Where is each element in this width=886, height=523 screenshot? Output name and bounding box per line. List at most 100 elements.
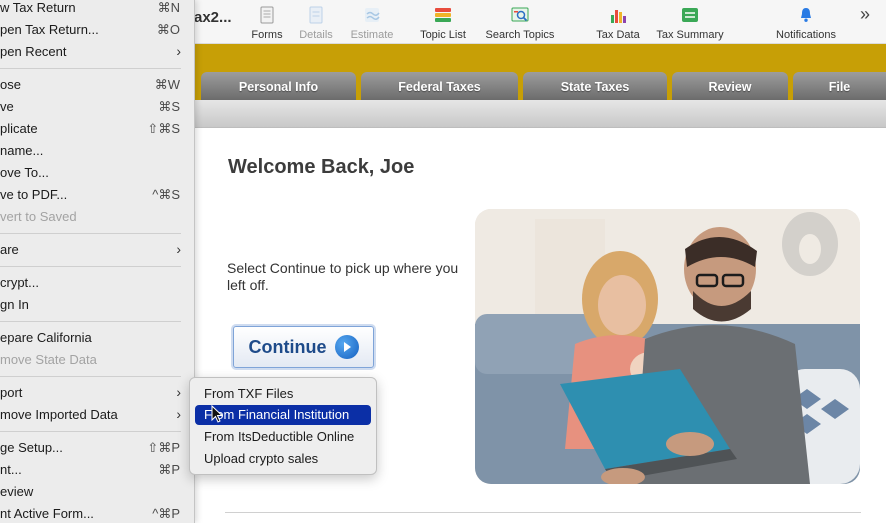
bell-icon bbox=[801, 8, 811, 22]
tax-summary-icon bbox=[682, 8, 698, 22]
menu-item-label: nt... bbox=[0, 462, 22, 477]
menu-item-label: gn In bbox=[0, 297, 29, 312]
import-submenu: From TXF Files From Financial Institutio… bbox=[189, 377, 377, 475]
menu-item-label: nt Active Form... bbox=[0, 506, 94, 521]
menu-open-tax-return[interactable]: pen Tax Return... ⌘O bbox=[0, 19, 195, 41]
instructions-text: Select Continue to pick up where you lef… bbox=[227, 260, 459, 293]
menu-item-label: are bbox=[0, 242, 19, 257]
menu-save-to-pdf[interactable]: ve to PDF... ^⌘S bbox=[0, 184, 195, 206]
topic-list-icon bbox=[435, 8, 451, 22]
chevron-right-icon: › bbox=[176, 43, 181, 59]
menu-item-shortcut: ^⌘P bbox=[152, 506, 180, 521]
menu-item-label: vert to Saved bbox=[0, 209, 77, 224]
menu-separator bbox=[0, 376, 181, 377]
menu-print-active-form[interactable]: nt Active Form... ^⌘P bbox=[0, 503, 195, 523]
app-title: ax2... bbox=[194, 9, 232, 26]
mouse-pointer-icon bbox=[211, 405, 223, 423]
tab-federal-taxes[interactable]: Federal Taxes bbox=[361, 72, 518, 101]
menu-item-label: move Imported Data bbox=[0, 407, 118, 422]
menu-item-label: epare California bbox=[0, 330, 92, 345]
submenu-item-label: From ItsDeductible Online bbox=[204, 429, 355, 444]
details-label: Details bbox=[299, 29, 333, 41]
menu-separator bbox=[0, 321, 181, 322]
estimate-label: Estimate bbox=[350, 29, 394, 41]
tax-data-button[interactable]: Tax Data bbox=[594, 2, 642, 42]
tab-review[interactable]: Review bbox=[672, 72, 788, 101]
menu-import[interactable]: port › bbox=[0, 382, 195, 404]
menu-item-shortcut: ⇧⌘S bbox=[147, 121, 180, 136]
content-divider bbox=[225, 512, 861, 513]
welcome-heading: Welcome Back, Joe bbox=[228, 156, 415, 178]
continue-button[interactable]: Continue bbox=[233, 326, 374, 368]
menu-rename[interactable]: name... bbox=[0, 140, 195, 162]
menu-item-shortcut: ⌘N bbox=[157, 0, 180, 15]
menu-separator bbox=[0, 233, 181, 234]
menu-close[interactable]: ose ⌘W bbox=[0, 74, 195, 96]
menu-item-label: ge Setup... bbox=[0, 440, 63, 455]
menu-duplicate[interactable]: plicate ⇧⌘S bbox=[0, 118, 195, 140]
menu-page-setup[interactable]: ge Setup... ⇧⌘P bbox=[0, 437, 195, 459]
menu-print[interactable]: nt... ⌘P bbox=[0, 459, 195, 481]
menu-item-shortcut: ⌘S bbox=[158, 99, 180, 114]
menu-prepare-california[interactable]: epare California bbox=[0, 327, 195, 349]
tax-data-icon bbox=[611, 10, 626, 23]
menu-item-label: plicate bbox=[0, 121, 38, 136]
more-toolbar-icon[interactable]: » bbox=[860, 4, 870, 25]
notifications-label: Notifications bbox=[776, 29, 836, 41]
menu-share[interactable]: are › bbox=[0, 239, 195, 261]
search-topics-icon bbox=[511, 7, 529, 22]
menu-sign-in[interactable]: gn In bbox=[0, 294, 195, 316]
menu-item-label: ve bbox=[0, 99, 14, 114]
menu-item-shortcut: ⌘P bbox=[158, 462, 180, 477]
submenu-from-txf-files[interactable]: From TXF Files bbox=[195, 384, 371, 404]
notifications-button[interactable]: Notifications bbox=[772, 2, 840, 42]
menu-preview[interactable]: eview bbox=[0, 481, 195, 503]
menu-item-shortcut: ⌘W bbox=[154, 77, 180, 92]
continue-label: Continue bbox=[248, 336, 327, 357]
menu-new-tax-return[interactable]: w Tax Return ⌘N bbox=[0, 0, 195, 19]
menu-move-to[interactable]: ove To... bbox=[0, 162, 195, 184]
chevron-right-icon: › bbox=[176, 406, 181, 422]
menu-revert-to-saved: vert to Saved bbox=[0, 206, 195, 228]
tab-file[interactable]: File bbox=[793, 72, 886, 101]
menu-item-label: ose bbox=[0, 77, 21, 92]
tax-data-label: Tax Data bbox=[596, 29, 640, 41]
menu-encrypt[interactable]: crypt... bbox=[0, 272, 195, 294]
estimate-button[interactable]: Estimate bbox=[349, 2, 395, 42]
menu-remove-imported-data[interactable]: move Imported Data › bbox=[0, 404, 195, 426]
menu-item-label: eview bbox=[0, 484, 34, 499]
details-button[interactable]: Details bbox=[297, 2, 335, 42]
chevron-right-icon: › bbox=[176, 241, 181, 257]
forms-icon bbox=[260, 6, 274, 24]
topic-list-button[interactable]: Topic List bbox=[417, 2, 469, 42]
submenu-upload-crypto-sales[interactable]: Upload crypto sales bbox=[195, 449, 371, 469]
menu-item-shortcut: ⇧⌘P bbox=[147, 440, 180, 455]
forms-label: Forms bbox=[251, 29, 283, 41]
menu-item-label: ve to PDF... bbox=[0, 187, 68, 202]
menu-open-recent[interactable]: pen Recent › bbox=[0, 41, 195, 63]
search-topics-button[interactable]: Search Topics bbox=[482, 2, 558, 42]
forms-button[interactable]: Forms bbox=[251, 2, 283, 42]
menu-separator bbox=[0, 431, 181, 432]
submenu-from-itsdeductible-online[interactable]: From ItsDeductible Online bbox=[195, 427, 371, 447]
menu-item-shortcut: ^⌘S bbox=[152, 187, 180, 202]
submenu-item-label: Upload crypto sales bbox=[204, 451, 319, 466]
tab-personal-info[interactable]: Personal Info bbox=[201, 72, 356, 101]
menu-item-label: pen Tax Return... bbox=[0, 22, 99, 37]
chevron-right-icon: › bbox=[176, 384, 181, 400]
menu-item-label: ove To... bbox=[0, 165, 49, 180]
menu-separator bbox=[0, 68, 181, 69]
menu-save[interactable]: ve ⌘S bbox=[0, 96, 195, 118]
estimate-icon bbox=[365, 8, 380, 22]
submenu-item-label: From TXF Files bbox=[204, 386, 294, 401]
topic-list-label: Topic List bbox=[420, 29, 466, 41]
menu-item-label: pen Recent bbox=[0, 44, 67, 59]
tab-state-taxes[interactable]: State Taxes bbox=[523, 72, 667, 101]
arrow-right-icon bbox=[334, 335, 359, 359]
submenu-item-label: From Financial Institution bbox=[204, 407, 350, 422]
tax-summary-label: Tax Summary bbox=[656, 29, 724, 41]
menu-item-label: move State Data bbox=[0, 352, 97, 367]
details-icon bbox=[309, 6, 323, 24]
family-photo bbox=[475, 209, 860, 484]
tax-summary-button[interactable]: Tax Summary bbox=[654, 2, 726, 42]
